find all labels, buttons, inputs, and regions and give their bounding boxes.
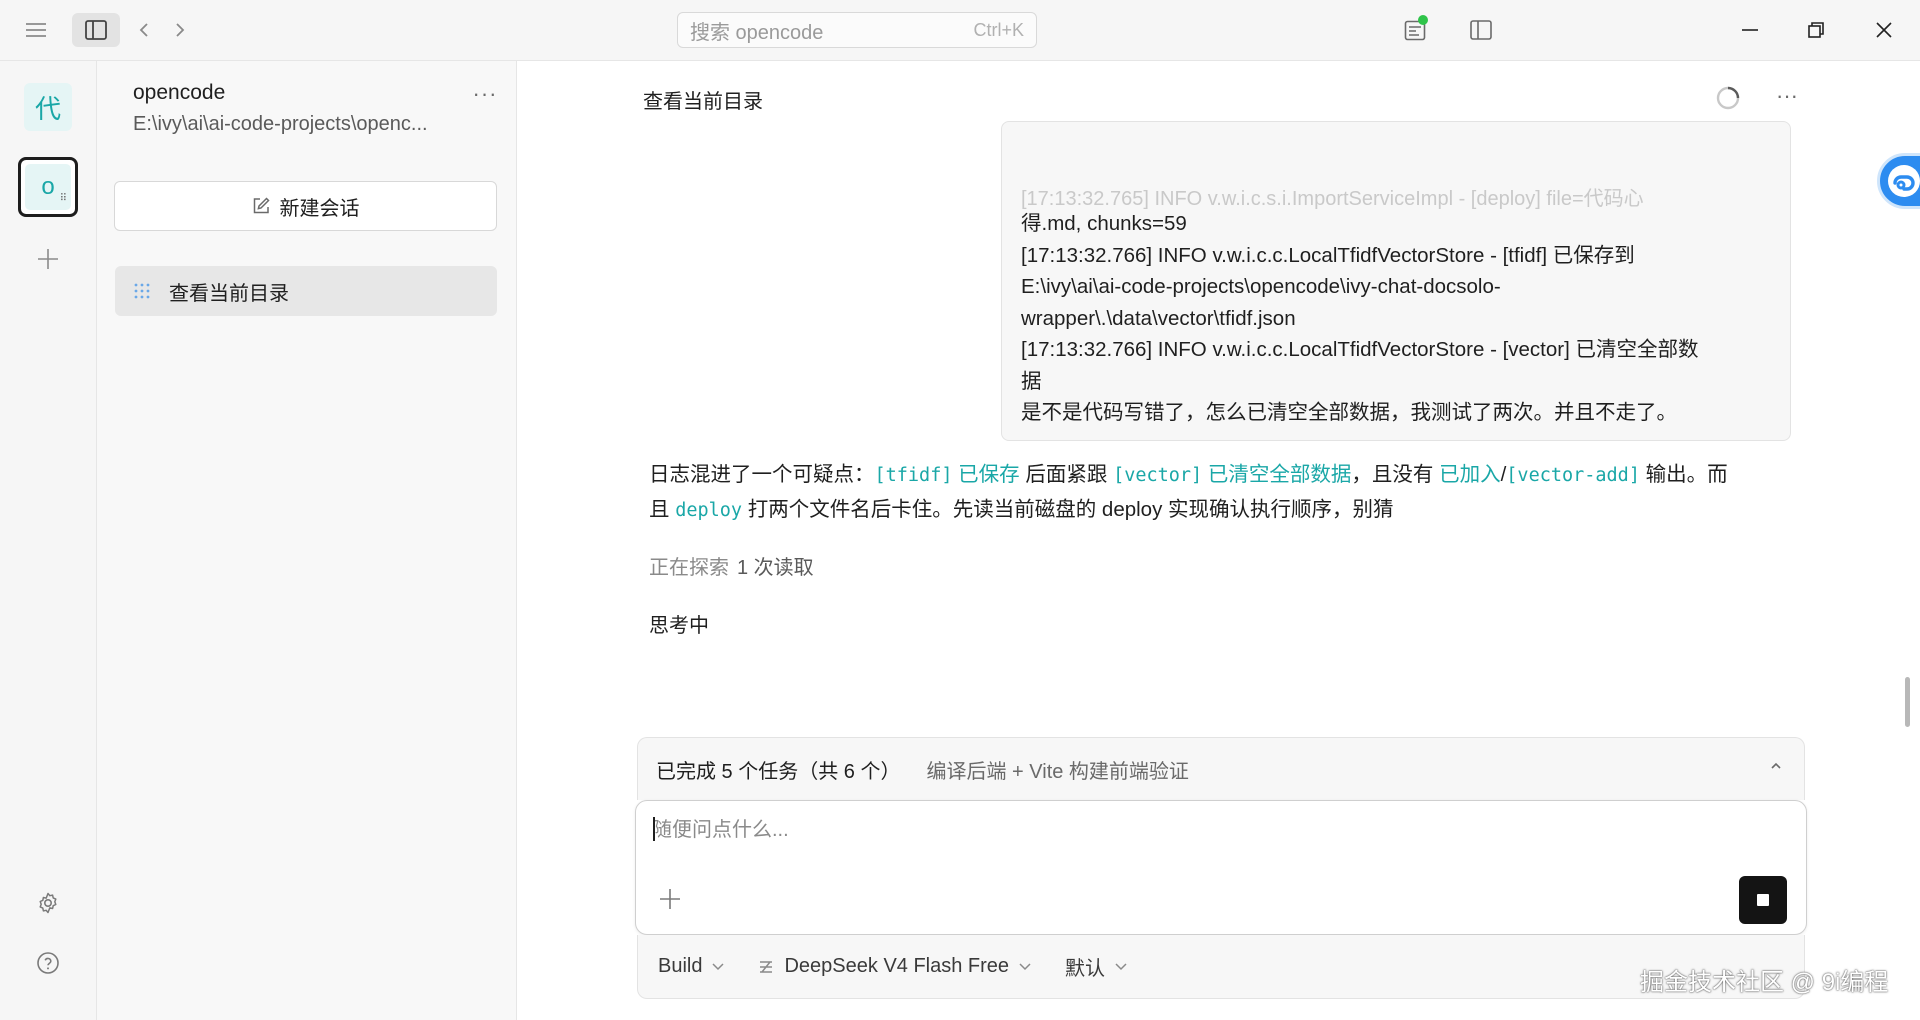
- project-name: opencode: [133, 81, 226, 104]
- status-dot: [1418, 15, 1428, 25]
- prompt-composer: [635, 800, 1807, 935]
- prompt-input[interactable]: [652, 813, 1772, 873]
- close-icon[interactable]: [1864, 13, 1904, 47]
- variant-select[interactable]: 默认: [1065, 952, 1127, 981]
- user-message: [17:13:32.765] INFO v.w.i.c.s.i.ImportSe…: [1001, 121, 1791, 441]
- watermark: 掘金技术社区 @ 9i编程: [1640, 969, 1889, 996]
- active-badge-icon: ⠿: [59, 193, 67, 204]
- new-session-button[interactable]: 新建会话: [114, 181, 497, 231]
- user-message-faded-line: [17:13:32.765] INFO v.w.i.c.s.i.ImportSe…: [1021, 188, 1644, 210]
- thinking-status: 思考中: [649, 615, 709, 637]
- project-avatar-opencode[interactable]: o ⠿: [18, 157, 78, 217]
- session-more-button[interactable]: ···: [1769, 81, 1805, 111]
- user-message-line: [17:13:32.766] INFO v.w.i.c.c.LocalTfidf…: [1021, 338, 1699, 361]
- search-shortcut: Ctrl+K: [973, 19, 1024, 40]
- project-avatar-label: 代: [34, 93, 61, 124]
- variant-label: 默认: [1065, 958, 1106, 980]
- forward-icon[interactable]: [166, 13, 194, 47]
- assistant-text: 且: [649, 498, 676, 521]
- chevron-down-icon: [712, 962, 725, 970]
- user-message-line: 得.md, chunks=59: [1021, 212, 1187, 235]
- sidebar-toggle-icon[interactable]: [72, 13, 120, 47]
- assistant-text: ，且没有: [1351, 463, 1440, 486]
- agent-select[interactable]: Build: [658, 955, 725, 978]
- inline-code: [vector-add]: [1506, 465, 1640, 486]
- tasks-current-label: 编译后端 + Vite 构建前端验证: [926, 760, 1189, 783]
- agent-label: Build: [658, 955, 703, 977]
- assistant-text: 后面紧跟: [1025, 463, 1114, 486]
- settings-icon: [39, 892, 57, 914]
- inline-code: deploy: [675, 500, 743, 521]
- inline-code: [tfidf]: [874, 465, 953, 486]
- project-avatar-code[interactable]: 代: [24, 83, 72, 131]
- project-path: E:\ivy\ai\ai-code-projects\openc...: [133, 113, 428, 135]
- help-icon: [37, 952, 59, 974]
- chevron-down-icon: [1115, 962, 1127, 970]
- text-caret: [653, 817, 655, 841]
- panel-icon[interactable]: [1464, 13, 1498, 47]
- sessions-panel: opencode E:\ivy\ai\ai-code-projects\open…: [97, 61, 517, 1020]
- highlight-text: 已清空全部数据: [1202, 463, 1352, 486]
- title-bar: 搜索 opencode Ctrl+K: [0, 0, 1920, 61]
- scrollbar-thumb[interactable]: [1905, 677, 1910, 727]
- exploring-label: 正在探索: [649, 557, 729, 579]
- attach-button[interactable]: [654, 883, 686, 915]
- model-select[interactable]: DeepSeek V4 Flash Free: [758, 955, 1031, 978]
- edit-icon: [253, 197, 270, 214]
- minimize-icon[interactable]: [1730, 13, 1770, 47]
- highlight-text: 已加入: [1439, 463, 1501, 486]
- user-message-line: E:\ivy\ai\ai-code-projects\opencode\ivy-…: [1021, 275, 1501, 298]
- project-more-button[interactable]: ···: [467, 79, 503, 109]
- user-message-line: wrapper\.\data\vector\tfidf.json: [1021, 306, 1296, 330]
- assistant-text: 输出。而: [1639, 463, 1728, 486]
- plus-icon: [660, 889, 680, 909]
- exploring-count: 1 次读取: [737, 557, 814, 579]
- assistant-paragraph-line: 日志混进了一个可疑点：[tfidf] 已保存 后面紧跟 [vector] 已清空…: [649, 458, 1769, 493]
- session-item[interactable]: 查看当前目录: [115, 266, 497, 316]
- new-session-label: 新建会话: [279, 197, 360, 220]
- model-label: DeepSeek V4 Flash Free: [784, 955, 1010, 977]
- maximize-icon[interactable]: [1796, 13, 1836, 47]
- task-progress-bar[interactable]: 已完成 5 个任务（共 6 个） 编译后端 + Vite 构建前端验证: [637, 737, 1805, 800]
- floating-assistant-logo-icon[interactable]: [1877, 153, 1920, 209]
- stop-button[interactable]: [1739, 876, 1787, 924]
- assistant-text: 打两个文件名后卡住。先读当前磁盘的 deploy 实现确认执行顺序，别猜: [742, 498, 1394, 521]
- search-input[interactable]: 搜索 opencode Ctrl+K: [677, 12, 1037, 48]
- spinner-icon: [1715, 85, 1741, 111]
- user-message-line: [17:13:32.766] INFO v.w.i.c.c.LocalTfidf…: [1021, 243, 1635, 267]
- chevron-down-icon: [1019, 962, 1031, 970]
- composer-options: Build DeepSeek V4 Flash Free 默认: [637, 935, 1805, 999]
- project-rail: 代 o ⠿: [0, 61, 97, 1020]
- highlight-text: 已保存: [952, 463, 1026, 486]
- review-icon[interactable]: [1398, 13, 1432, 47]
- plus-icon: [38, 249, 58, 269]
- assistant-text: 日志混进了一个可疑点：: [649, 463, 875, 486]
- search-placeholder: 搜索 opencode: [690, 21, 824, 44]
- chevron-up-icon[interactable]: [1766, 756, 1786, 776]
- user-message-lines: 得.md, chunks=59 [17:13:32.766] INFO v.w.…: [1021, 208, 1781, 429]
- settings-button[interactable]: [30, 885, 66, 921]
- assistant-message: 日志混进了一个可疑点：[tfidf] 已保存 后面紧跟 [vector] 已清空…: [649, 458, 1769, 528]
- inline-code: [vector]: [1113, 465, 1203, 486]
- session-title: 查看当前目录: [643, 91, 763, 113]
- project-avatar-label: o: [41, 173, 55, 200]
- back-icon[interactable]: [130, 13, 158, 47]
- assistant-paragraph-line: 且 deploy 打两个文件名后卡住。先读当前磁盘的 deploy 实现确认执行…: [649, 493, 1769, 528]
- tasks-done-label: 已完成 5 个任务（共 6 个）: [656, 760, 901, 783]
- stop-icon: [1757, 894, 1769, 906]
- session-label: 查看当前目录: [169, 282, 289, 305]
- user-message-line: 是不是代码写错了，怎么已清空全部数据，我测试了两次。并且不走了。: [1021, 401, 1677, 424]
- project-avatar-inner: o ⠿: [25, 164, 71, 210]
- help-button[interactable]: [30, 945, 66, 981]
- model-icon: [760, 960, 773, 973]
- exploring-status[interactable]: 正在探索 1 次读取: [649, 551, 814, 580]
- user-message-line: 据: [1021, 369, 1042, 393]
- add-project-button[interactable]: [30, 241, 66, 277]
- hamburger-icon[interactable]: [18, 13, 54, 47]
- session-icon: [134, 283, 150, 299]
- chat-main: 查看当前目录 ··· [17:13:32.765] INFO v.w.i.c.s…: [517, 61, 1920, 1020]
